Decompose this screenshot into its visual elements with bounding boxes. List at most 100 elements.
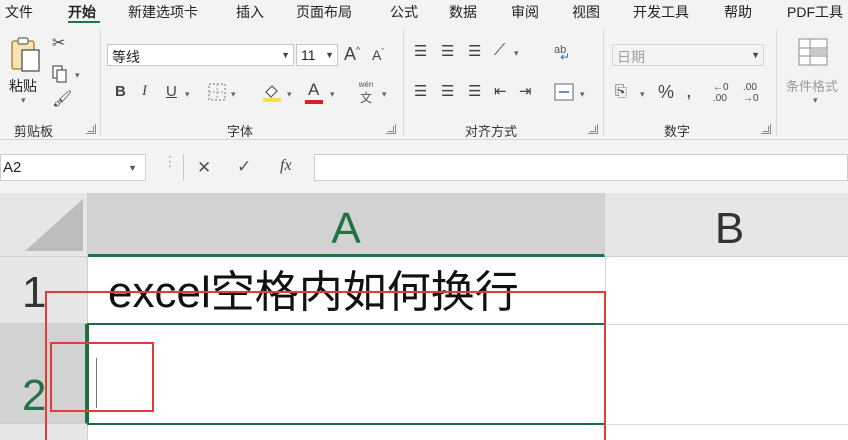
menu-bar: 文件 开始 新建选项卡 插入 页面布局 公式 数据 审阅 视图 开发工具 帮助 … xyxy=(0,0,848,24)
select-all-triangle-icon xyxy=(25,199,83,251)
number-format-value: 日期 xyxy=(617,49,645,65)
select-all-button[interactable] xyxy=(0,193,88,257)
increase-indent-icon[interactable]: ⇥ xyxy=(519,84,532,99)
group-separator xyxy=(403,30,404,136)
insert-function-icon[interactable]: fx xyxy=(280,157,292,175)
orientation-dropdown-arrow[interactable]: ▾ xyxy=(514,49,519,58)
fill-color-dropdown-arrow[interactable]: ▾ xyxy=(287,90,292,99)
group-separator xyxy=(603,30,604,136)
ribbon: 粘贴 ▾ ✂ ▾ 🖌 剪贴板 等线 ▼ 11 ▼ A^ Aˇ B I U ▾ ▾… xyxy=(0,24,848,140)
bold-icon[interactable]: B xyxy=(115,84,126,99)
phonetic-guide-char: 文 xyxy=(359,91,372,105)
italic-icon[interactable]: I xyxy=(142,84,147,99)
paste-label: 粘贴 xyxy=(9,78,37,94)
accounting-dropdown-arrow[interactable]: ▾ xyxy=(640,90,645,99)
font-color-icon[interactable]: A xyxy=(308,81,319,98)
underline-dropdown-arrow[interactable]: ▾ xyxy=(185,90,190,99)
tab-view[interactable]: 视图 xyxy=(572,2,600,22)
copy-icon[interactable] xyxy=(52,65,68,83)
accounting-format-icon[interactable]: ⎘ xyxy=(615,84,627,99)
alignment-dialog-launcher[interactable] xyxy=(588,124,598,134)
decrease-indent-icon[interactable]: ⇤ xyxy=(494,84,507,99)
clipboard-dialog-launcher[interactable] xyxy=(86,124,96,134)
borders-icon[interactable] xyxy=(208,83,226,101)
wrap-text-icon[interactable]: ab ↵ xyxy=(554,40,576,64)
phonetic-guide-icon[interactable]: wén 文 xyxy=(354,80,378,105)
orientation-icon[interactable]: ⟋ xyxy=(494,43,505,59)
align-right-icon[interactable]: ☰ xyxy=(468,84,481,99)
chevron-down-icon: ▼ xyxy=(325,50,334,60)
conditional-formatting-label: 条件格式 xyxy=(786,79,839,94)
number-format-combo[interactable]: 日期 ▼ xyxy=(612,44,764,66)
chevron-down-icon: ▼ xyxy=(751,50,760,60)
merge-dropdown-arrow[interactable]: ▾ xyxy=(580,90,585,99)
wrap-arrow-icon: ↵ xyxy=(560,50,571,64)
font-size-combo[interactable]: 11 ▼ xyxy=(296,44,338,66)
tab-insert[interactable]: 插入 xyxy=(236,2,264,22)
merge-center-icon[interactable] xyxy=(554,83,574,101)
column-header-b[interactable]: B xyxy=(605,193,848,257)
chevron-down-icon: ▼ xyxy=(281,50,290,60)
cancel-icon[interactable]: ✕ xyxy=(197,158,211,178)
column-header-a[interactable]: A xyxy=(88,193,605,257)
chevron-down-icon: ▼ xyxy=(128,163,137,173)
tab-new-tab[interactable]: 新建选项卡 xyxy=(128,2,198,22)
tab-pdf-tools[interactable]: PDF工具 xyxy=(787,2,843,22)
paste-button[interactable]: 粘贴 ▾ xyxy=(6,34,42,106)
number-dialog-launcher[interactable] xyxy=(761,124,771,134)
percent-icon[interactable]: % xyxy=(658,83,674,101)
decrease-decimal-icon[interactable]: .00 →0 xyxy=(743,82,759,104)
font-size-value: 11 xyxy=(301,47,316,63)
font-name-value: 等线 xyxy=(112,49,140,65)
paste-icon xyxy=(11,37,40,72)
decrease-font-size-icon[interactable]: Aˇ xyxy=(372,48,384,62)
worksheet-grid: A B 1 2 excel空格内如何换行 xyxy=(0,193,848,440)
enter-icon[interactable]: ✓ xyxy=(237,157,251,177)
increase-decimal-icon[interactable]: ←0.00 xyxy=(713,82,729,104)
increase-font-size-icon[interactable]: A^ xyxy=(344,45,360,63)
tab-home[interactable]: 开始 xyxy=(68,2,96,22)
name-box[interactable]: A2 ▼ xyxy=(0,154,146,181)
font-name-combo[interactable]: 等线 ▼ xyxy=(107,44,294,66)
tab-formulas[interactable]: 公式 xyxy=(390,2,418,22)
font-color-dropdown-arrow[interactable]: ▾ xyxy=(330,90,335,99)
font-dialog-launcher[interactable] xyxy=(386,124,396,134)
name-box-value: A2 xyxy=(3,159,22,176)
align-center-icon[interactable]: ☰ xyxy=(441,84,454,99)
tab-help[interactable]: 帮助 xyxy=(724,2,752,22)
tab-page-layout[interactable]: 页面布局 xyxy=(296,2,352,22)
font-color-bar xyxy=(305,100,323,104)
conditional-formatting-dropdown-arrow[interactable]: ▾ xyxy=(813,96,818,105)
formula-bar-separator xyxy=(183,154,184,181)
tab-data[interactable]: 数据 xyxy=(449,2,477,22)
borders-dropdown-arrow[interactable]: ▾ xyxy=(231,90,236,99)
formula-bar: A2 ▼ ⋮ ✕ ✓ fx xyxy=(0,140,848,193)
comma-style-icon[interactable]: , xyxy=(686,81,692,101)
phonetic-dropdown-arrow[interactable]: ▾ xyxy=(382,90,387,99)
underline-icon[interactable]: U xyxy=(166,84,177,99)
align-top-icon[interactable]: ☰ xyxy=(414,44,427,59)
group-separator xyxy=(776,30,777,136)
drag-handle-icon[interactable]: ⋮ xyxy=(163,154,177,168)
number-group-label: 数字 xyxy=(664,124,691,139)
font-group-label: 字体 xyxy=(227,124,254,139)
alignment-group-label: 对齐方式 xyxy=(465,124,518,139)
tab-review[interactable]: 审阅 xyxy=(511,2,539,22)
fill-color-icon[interactable] xyxy=(262,82,282,102)
phonetic-guide-label: wén xyxy=(358,80,374,89)
active-tab-indicator xyxy=(68,21,100,23)
cut-icon[interactable]: ✂ xyxy=(52,36,65,52)
group-separator xyxy=(100,30,101,136)
cell-b1[interactable] xyxy=(606,257,848,324)
formula-input[interactable] xyxy=(314,154,848,181)
align-middle-icon[interactable]: ☰ xyxy=(441,44,454,59)
cell-b2[interactable] xyxy=(606,325,848,424)
copy-dropdown-arrow[interactable]: ▾ xyxy=(75,71,80,80)
format-painter-icon[interactable]: 🖌 xyxy=(52,92,72,108)
align-left-icon[interactable]: ☰ xyxy=(414,84,427,99)
align-bottom-icon[interactable]: ☰ xyxy=(468,44,481,59)
tab-developer[interactable]: 开发工具 xyxy=(633,2,689,22)
tab-file[interactable]: 文件 xyxy=(5,2,33,22)
conditional-formatting-icon[interactable] xyxy=(798,38,828,66)
paste-dropdown-arrow[interactable]: ▾ xyxy=(21,96,26,105)
